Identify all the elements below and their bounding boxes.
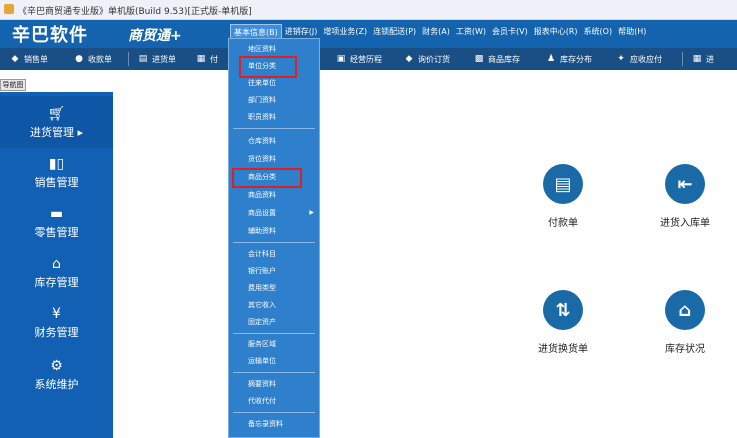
menu-separator <box>233 128 315 129</box>
coins-icon: ✦ <box>617 54 625 64</box>
truck-in-icon: ⇤ <box>665 164 705 204</box>
menu-item-memo[interactable]: 备忘录资料 <box>230 417 318 431</box>
sidebar-item-system[interactable]: ⚙ 系统维护 <box>0 358 113 392</box>
menu-payroll[interactable]: 工资(W) <box>453 24 489 40</box>
menu-item-expense[interactable]: 费用类型 <box>230 281 318 295</box>
menu-item-product-settings[interactable]: 商品设置 ▶ <box>230 206 318 220</box>
menu-item-staff[interactable]: 职员资料 <box>230 110 318 124</box>
toolbar-receipt-button[interactable]: ● 收款单 <box>74 52 112 66</box>
tag-icon: ◆ <box>11 54 19 64</box>
toolbar-pay-button[interactable]: ▦ 付 <box>196 52 218 66</box>
menu-system[interactable]: 系统(O) <box>581 24 616 40</box>
submenu-arrow-icon: ▶ <box>309 209 314 216</box>
menu-item-bank[interactable]: 银行账户 <box>230 264 318 278</box>
user-icon: ● <box>75 54 83 64</box>
list-icon: ▤ <box>138 54 148 64</box>
menu-help[interactable]: 帮助(H) <box>615 24 649 40</box>
menu-item-summary[interactable]: 摘要资料 <box>230 377 318 391</box>
menu-item-collect[interactable]: 代收代付 <box>230 394 318 408</box>
menu-item-service-area[interactable]: 服务区域 <box>230 337 318 351</box>
menu-member[interactable]: 会员卡(V) <box>489 24 531 40</box>
tile-stock-in[interactable]: ⇤ 进货入库单 <box>650 164 720 229</box>
toolbar-divider <box>128 52 129 66</box>
menu-item-partner[interactable]: 往来单位 <box>230 76 318 90</box>
tile-stock-status[interactable]: ⌂ 库存状况 <box>650 290 720 355</box>
toolbar-inquiry-button[interactable]: ◆ 询价订货 <box>404 52 450 66</box>
home-icon: ⌂ <box>665 290 705 330</box>
sidebar-item-finance[interactable]: ¥ 财务管理 <box>0 306 113 340</box>
menu-finance[interactable]: 财务(A) <box>419 24 453 40</box>
menu-item-assets[interactable]: 固定资产 <box>230 315 318 329</box>
warehouse-icon: ⌂ <box>52 256 61 272</box>
sidebar-item-retail[interactable]: ▬ 零售管理 <box>0 206 113 240</box>
menu-item-warehouse[interactable]: 仓库资料 <box>230 134 318 148</box>
toolbar: ◆ 销售单 ● 收款单 ▤ 进货单 ▦ 付 ▣ 经营历程 ◆ 询价订货 ▩ 商品… <box>0 48 737 70</box>
menu-item-department[interactable]: 部门资料 <box>230 93 318 107</box>
toolbar-divider <box>682 52 683 66</box>
doc-icon: ▦ <box>692 54 702 64</box>
sidebar-item-sales[interactable]: ▮▯ 销售管理 <box>0 156 113 190</box>
brand-sub-logo: 商贸通+ <box>128 28 182 44</box>
tile-exchange[interactable]: ⇅ 进货换货单 <box>528 290 598 355</box>
toolbar-more-button[interactable]: ▦ 进 <box>692 52 714 66</box>
toolbar-ar-ap-button[interactable]: ✦ 应收应付 <box>616 52 662 66</box>
menu-item-other-income[interactable]: 其它收入 <box>230 298 318 312</box>
menu-item-aux[interactable]: 辅助资料 <box>230 224 318 238</box>
menu-item-account[interactable]: 会计科目 <box>230 247 318 261</box>
users-icon: ♟ <box>546 54 556 64</box>
menu-item-product[interactable]: 商品资料 <box>230 188 318 202</box>
sidebar-item-purchase[interactable]: 🛒︎ 进货管理 ▸ <box>0 96 113 148</box>
gear-icon: ⚙ <box>50 358 63 374</box>
register-icon: ▬ <box>49 206 64 222</box>
main-content: ▤ 付款单 ⇤ 进货入库单 ⇅ 进货换货单 ⌂ 库存状况 <box>113 92 737 438</box>
menu-separator <box>233 372 315 373</box>
basic-info-dropdown: 地区资料 单位分类 往来单位 部门资料 职员资料 仓库资料 货位资料 商品分类 … <box>228 38 320 438</box>
menu-chain[interactable]: 连锁配送(P) <box>370 24 419 40</box>
menu-item-location[interactable]: 货位资料 <box>230 152 318 166</box>
tag-icon: ◆ <box>405 54 413 64</box>
toolbar-sales-button[interactable]: ◆ 销售单 <box>10 52 48 66</box>
sidebar: 🛒︎ 进货管理 ▸ ▮▯ 销售管理 ▬ 零售管理 ⌂ 库存管理 ¥ 财务管理 ⚙… <box>0 92 113 438</box>
window-titlebar: 《辛巴商贸通专业版》单机版(Build 9.53)[正式版-单机版] <box>0 0 737 20</box>
toolbar-history-button[interactable]: ▣ 经营历程 <box>336 52 382 66</box>
toolbar-distribution-button[interactable]: ♟ 库存分布 <box>546 52 592 66</box>
menu-separator <box>233 333 315 334</box>
tile-payment[interactable]: ▤ 付款单 <box>528 164 598 229</box>
menu-separator <box>233 412 315 413</box>
highlight-unit-category <box>239 56 297 78</box>
window-title: 《辛巴商贸通专业版》单机版(Build 9.53)[正式版-单机版] <box>18 7 252 17</box>
menu-separator <box>233 242 315 243</box>
menu-item-region[interactable]: 地区资料 <box>230 42 318 56</box>
menu-addons[interactable]: 增项业务(Z) <box>320 24 370 40</box>
menu-item-shipping[interactable]: 运输单位 <box>230 354 318 368</box>
box-icon: ▩ <box>474 54 484 64</box>
doc-icon: ▦ <box>196 54 206 64</box>
toolbar-stock-button[interactable]: ▩ 商品库存 <box>474 52 520 66</box>
nav-map-tab[interactable]: 导航图 <box>0 79 26 91</box>
brand-logo: 辛巴软件 <box>12 25 88 46</box>
chart-icon: ▣ <box>336 54 346 64</box>
exchange-icon: ⇅ <box>543 290 583 330</box>
finance-icon: ¥ <box>52 306 61 322</box>
cart-icon: 🛒︎ <box>47 106 66 122</box>
menu-reports[interactable]: 报表中心(R) <box>531 24 581 40</box>
toolbar-purchase-button[interactable]: ▤ 进货单 <box>138 52 176 66</box>
app-icon <box>4 4 14 14</box>
payment-doc-icon: ▤ <box>543 164 583 204</box>
highlight-product-category <box>232 168 302 188</box>
bar-chart-icon: ▮▯ <box>48 156 65 172</box>
sidebar-item-inventory[interactable]: ⌂ 库存管理 <box>0 256 113 290</box>
